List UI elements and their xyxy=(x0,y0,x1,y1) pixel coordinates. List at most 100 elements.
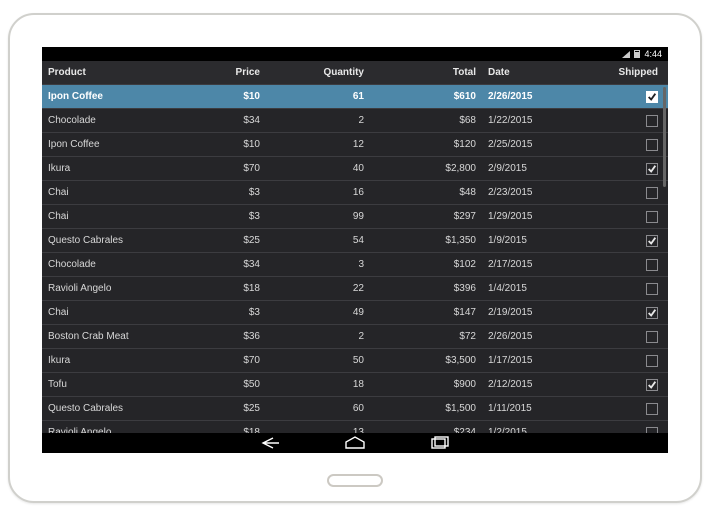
table-row[interactable]: Questo Cabrales$2560$1,5001/11/2015 xyxy=(42,397,668,421)
cell-product: Chai xyxy=(42,301,162,324)
cell-product: Questo Cabrales xyxy=(42,229,162,252)
shipped-checkbox[interactable] xyxy=(646,187,658,199)
table-row[interactable]: Chai$399$2971/29/2015 xyxy=(42,205,668,229)
cell-price: $10 xyxy=(162,85,266,108)
cell-product: Ipon Coffee xyxy=(42,85,162,108)
cell-shipped xyxy=(576,421,668,433)
cell-shipped xyxy=(576,229,668,252)
cell-shipped xyxy=(576,85,668,108)
shipped-checkbox[interactable] xyxy=(646,379,658,391)
cell-price: $3 xyxy=(162,181,266,204)
cell-price: $36 xyxy=(162,325,266,348)
table-row[interactable]: Ikura$7050$3,5001/17/2015 xyxy=(42,349,668,373)
cell-product: Boston Crab Meat xyxy=(42,325,162,348)
cell-quantity: 12 xyxy=(266,133,370,156)
cell-shipped xyxy=(576,397,668,420)
cell-date: 2/12/2015 xyxy=(482,373,576,396)
shipped-checkbox[interactable] xyxy=(646,163,658,175)
table-row[interactable]: Chai$349$1472/19/2015 xyxy=(42,301,668,325)
grid-header-row: Product Price Quantity Total Date Shippe… xyxy=(42,61,668,85)
table-row[interactable]: Chocolade$342$681/22/2015 xyxy=(42,109,668,133)
cell-shipped xyxy=(576,205,668,228)
cell-product: Chai xyxy=(42,181,162,204)
shipped-checkbox[interactable] xyxy=(646,115,658,127)
data-grid: Product Price Quantity Total Date Shippe… xyxy=(42,61,668,433)
col-header-product[interactable]: Product xyxy=(42,61,162,84)
tablet-frame: 4:44 Product Price Quantity Total Date S… xyxy=(8,13,702,503)
cell-shipped xyxy=(576,109,668,132)
shipped-checkbox[interactable] xyxy=(646,355,658,367)
cell-product: Ikura xyxy=(42,157,162,180)
cell-total: $1,350 xyxy=(370,229,482,252)
table-row[interactable]: Ravioli Angelo$1813$2341/2/2015 xyxy=(42,421,668,433)
shipped-checkbox[interactable] xyxy=(646,139,658,151)
recent-apps-button[interactable] xyxy=(427,436,451,450)
scrollbar-thumb[interactable] xyxy=(663,87,666,187)
cell-price: $3 xyxy=(162,205,266,228)
table-row[interactable]: Boston Crab Meat$362$722/26/2015 xyxy=(42,325,668,349)
table-row[interactable]: Questo Cabrales$2554$1,3501/9/2015 xyxy=(42,229,668,253)
shipped-checkbox[interactable] xyxy=(646,427,658,434)
col-header-total[interactable]: Total xyxy=(370,61,482,84)
back-button[interactable] xyxy=(259,436,283,450)
cell-product: Ravioli Angelo xyxy=(42,421,162,433)
cell-quantity: 61 xyxy=(266,85,370,108)
cell-date: 1/9/2015 xyxy=(482,229,576,252)
cell-quantity: 22 xyxy=(266,277,370,300)
cell-total: $234 xyxy=(370,421,482,433)
grid-body[interactable]: Ipon Coffee$1061$6102/26/2015Chocolade$3… xyxy=(42,85,668,433)
cell-shipped xyxy=(576,181,668,204)
cell-price: $34 xyxy=(162,109,266,132)
cell-price: $10 xyxy=(162,133,266,156)
col-header-shipped[interactable]: Shipped xyxy=(576,61,668,84)
cell-total: $297 xyxy=(370,205,482,228)
signal-icon xyxy=(622,51,630,58)
cell-date: 1/17/2015 xyxy=(482,349,576,372)
cell-product: Ikura xyxy=(42,349,162,372)
cell-date: 2/26/2015 xyxy=(482,325,576,348)
cell-total: $120 xyxy=(370,133,482,156)
cell-quantity: 99 xyxy=(266,205,370,228)
battery-icon xyxy=(634,50,640,58)
clock: 4:44 xyxy=(644,49,662,59)
cell-quantity: 54 xyxy=(266,229,370,252)
table-row[interactable]: Ikura$7040$2,8002/9/2015 xyxy=(42,157,668,181)
cell-total: $72 xyxy=(370,325,482,348)
cell-price: $34 xyxy=(162,253,266,276)
cell-date: 2/19/2015 xyxy=(482,301,576,324)
home-button[interactable] xyxy=(343,436,367,450)
shipped-checkbox[interactable] xyxy=(646,331,658,343)
cell-product: Ipon Coffee xyxy=(42,133,162,156)
cell-price: $25 xyxy=(162,397,266,420)
shipped-checkbox[interactable] xyxy=(646,307,658,319)
cell-date: 1/11/2015 xyxy=(482,397,576,420)
cell-price: $3 xyxy=(162,301,266,324)
shipped-checkbox[interactable] xyxy=(646,283,658,295)
col-header-quantity[interactable]: Quantity xyxy=(266,61,370,84)
cell-quantity: 13 xyxy=(266,421,370,433)
cell-shipped xyxy=(576,157,668,180)
table-row[interactable]: Chai$316$482/23/2015 xyxy=(42,181,668,205)
cell-quantity: 50 xyxy=(266,349,370,372)
shipped-checkbox[interactable] xyxy=(646,259,658,271)
cell-product: Tofu xyxy=(42,373,162,396)
table-row[interactable]: Ipon Coffee$1061$6102/26/2015 xyxy=(42,85,668,109)
table-row[interactable]: Ipon Coffee$1012$1202/25/2015 xyxy=(42,133,668,157)
col-header-price[interactable]: Price xyxy=(162,61,266,84)
shipped-checkbox[interactable] xyxy=(646,235,658,247)
cell-shipped xyxy=(576,277,668,300)
col-header-date[interactable]: Date xyxy=(482,61,576,84)
table-row[interactable]: Chocolade$343$1022/17/2015 xyxy=(42,253,668,277)
shipped-checkbox[interactable] xyxy=(646,403,658,415)
table-row[interactable]: Tofu$5018$9002/12/2015 xyxy=(42,373,668,397)
cell-date: 1/29/2015 xyxy=(482,205,576,228)
shipped-checkbox[interactable] xyxy=(646,91,658,103)
cell-total: $396 xyxy=(370,277,482,300)
cell-quantity: 60 xyxy=(266,397,370,420)
cell-shipped xyxy=(576,133,668,156)
tablet-home-button[interactable] xyxy=(327,474,383,487)
table-row[interactable]: Ravioli Angelo$1822$3961/4/2015 xyxy=(42,277,668,301)
shipped-checkbox[interactable] xyxy=(646,211,658,223)
cell-shipped xyxy=(576,349,668,372)
cell-date: 1/22/2015 xyxy=(482,109,576,132)
